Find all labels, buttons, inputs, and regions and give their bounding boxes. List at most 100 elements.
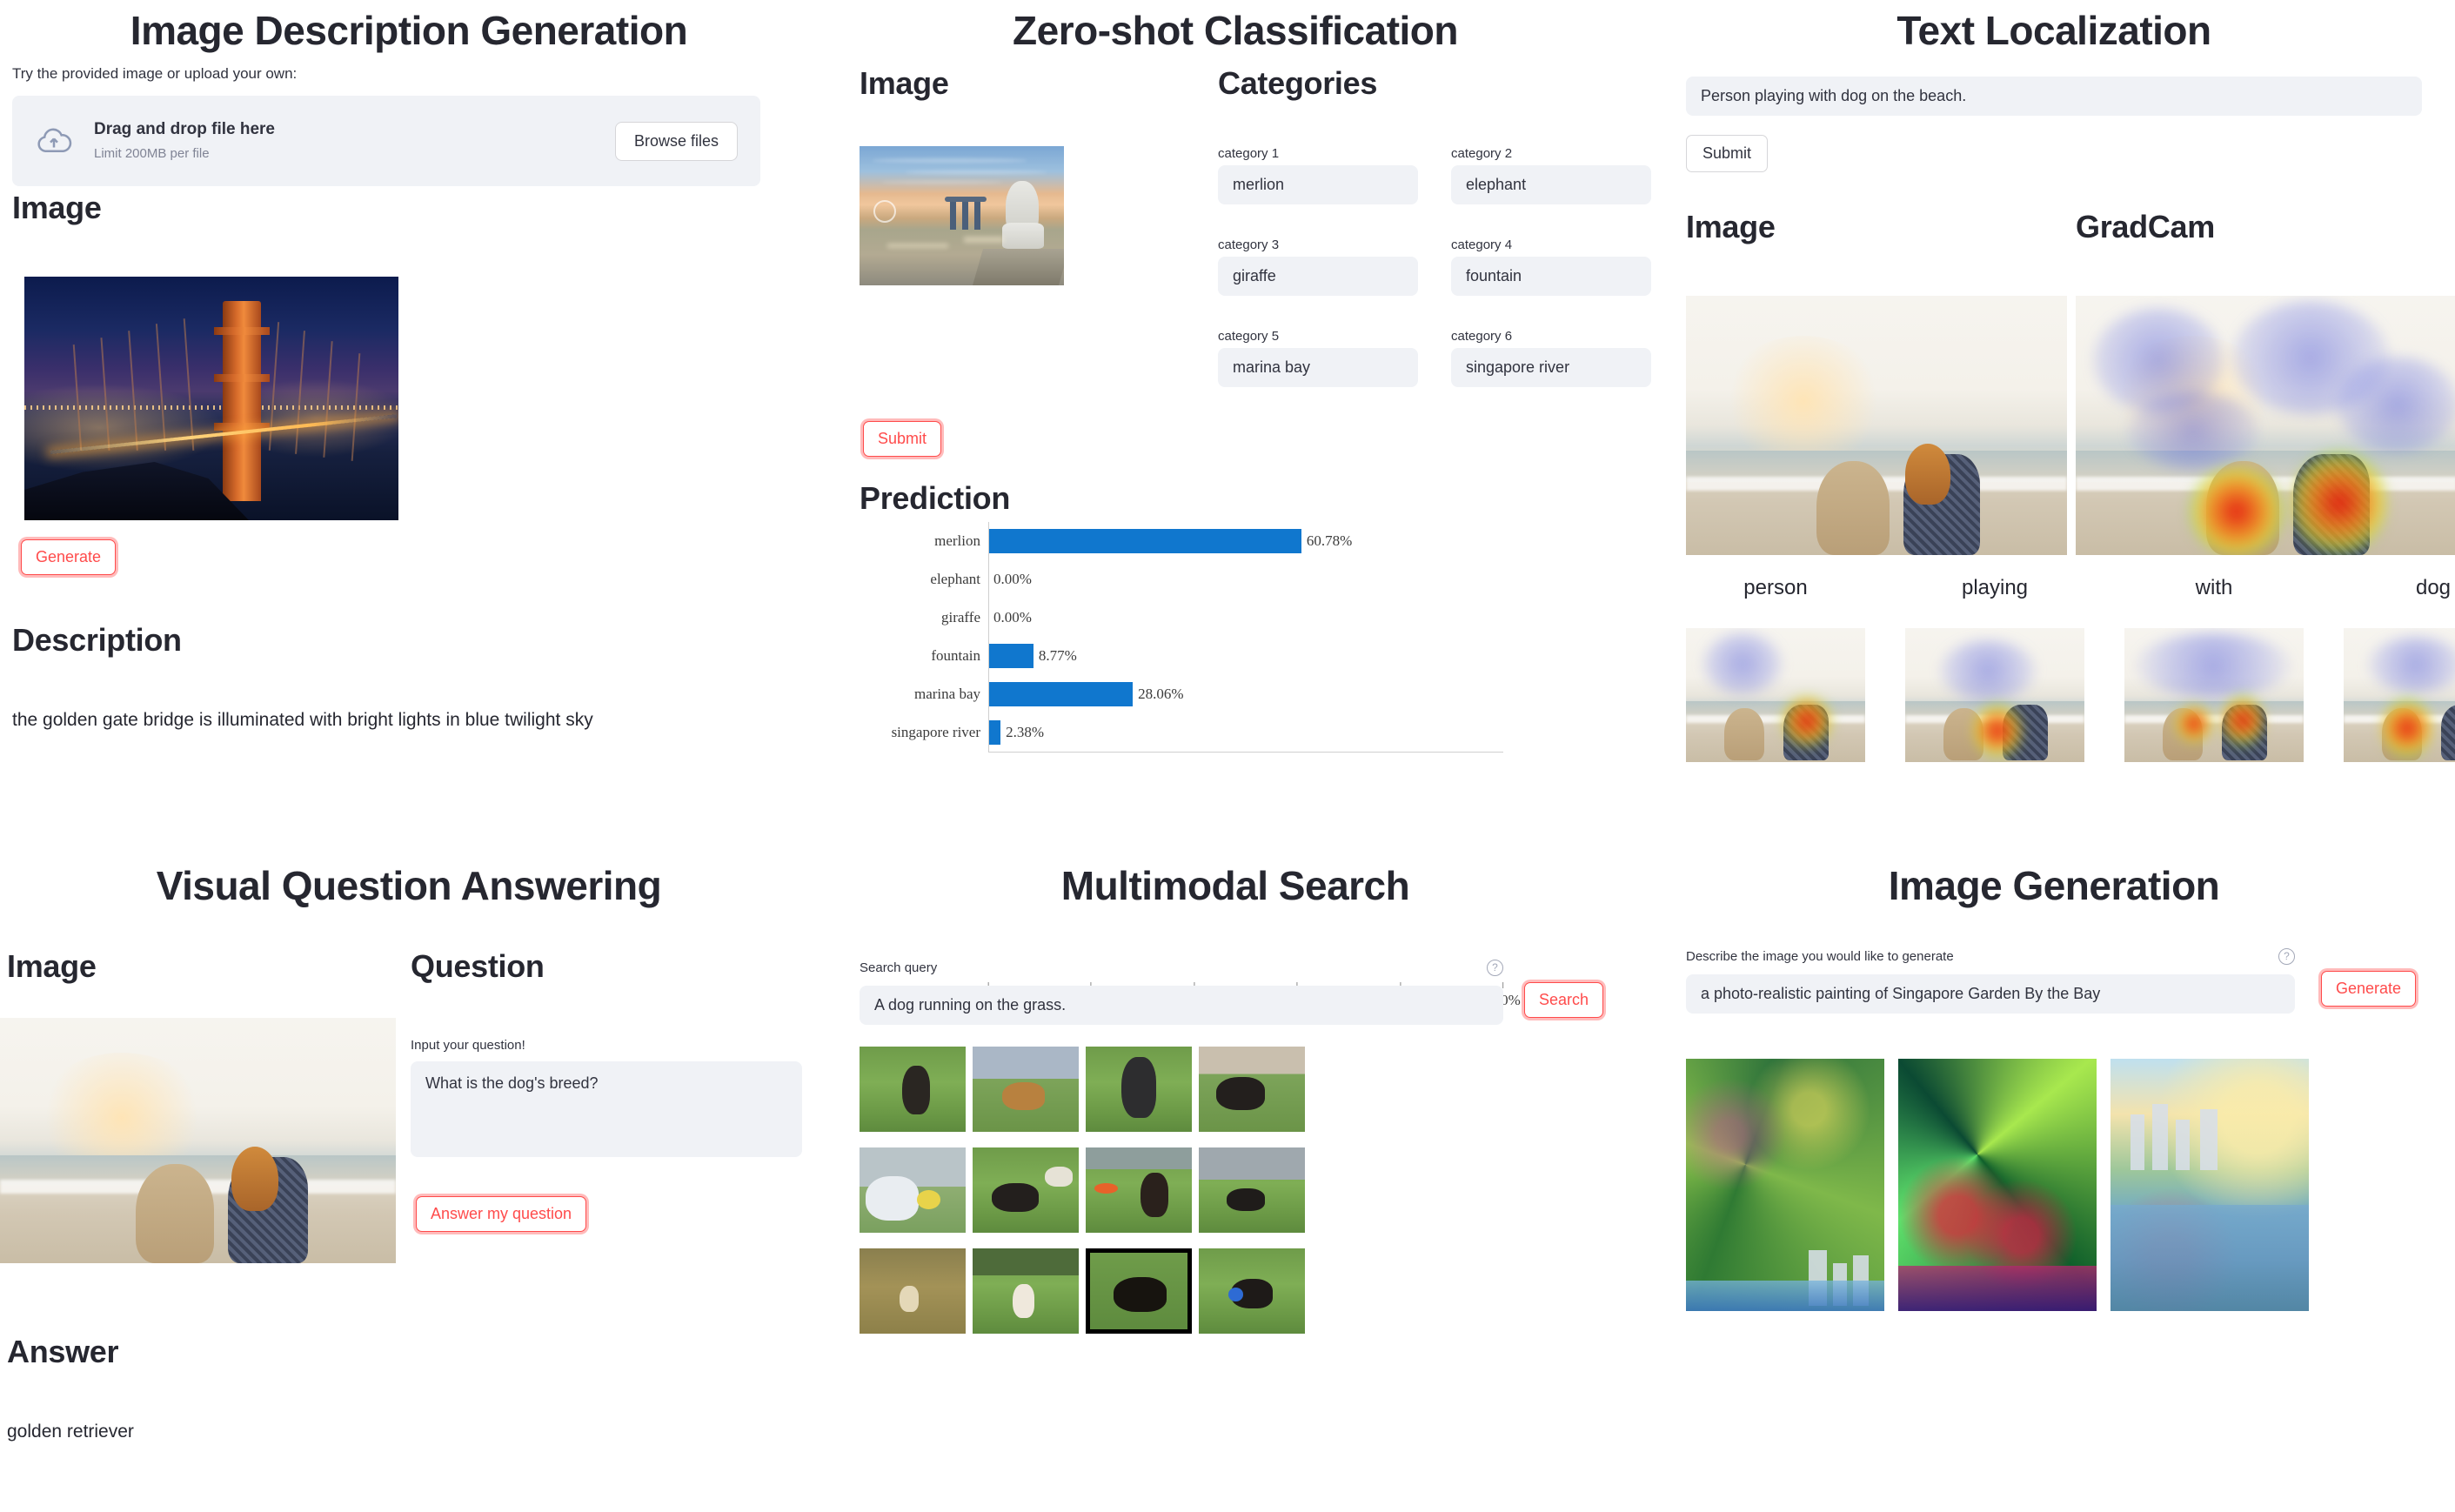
search-result-image[interactable] <box>973 1147 1079 1233</box>
generate-description-button[interactable]: Generate <box>21 539 117 576</box>
description-section-heading: Description <box>12 622 182 658</box>
search-result-image[interactable] <box>860 1147 966 1233</box>
search-result-image[interactable] <box>973 1047 1079 1132</box>
vqa-input-image <box>0 1018 396 1263</box>
image-section-heading: Image <box>12 190 102 225</box>
browse-files-button[interactable]: Browse files <box>614 121 738 161</box>
gradcam-token-person: person <box>1686 576 1865 762</box>
chart-bar-row: merlion 60.78% <box>860 522 1503 560</box>
vqa-question-textarea[interactable] <box>411 1061 802 1157</box>
prompt-label-row: Describe the image you would like to gen… <box>1686 948 2295 965</box>
page-title-vqa: Visual Question Answering <box>156 863 662 908</box>
category-2-label: category 2 <box>1451 146 1513 161</box>
page-title-zero-shot: Zero-shot Classification <box>1013 8 1458 53</box>
search-result-image[interactable] <box>1199 1047 1305 1132</box>
gradcam-token-with: with <box>2124 576 2304 762</box>
category-field-5: category 5 <box>1218 329 1418 387</box>
question-mark-circle-icon[interactable]: ? <box>2278 948 2295 965</box>
token-gradcam-image <box>1905 628 2084 762</box>
vqa-question-field-label: Input your question! <box>411 1038 525 1053</box>
category-3-input[interactable] <box>1218 257 1418 296</box>
chart-category-label: elephant <box>930 571 980 587</box>
token-label: playing <box>1961 576 2029 599</box>
search-query-input[interactable] <box>860 986 1503 1025</box>
chart-bar-track: 28.06% <box>988 675 1503 713</box>
categories-heading: Categories <box>1218 65 1378 101</box>
chart-value-label: 60.78% <box>1306 532 1353 549</box>
gradcam-hotspot <box>2291 451 2387 555</box>
chart-bar-track: 2.38% <box>988 713 1503 752</box>
chart-value-label: 28.06% <box>1138 686 1184 702</box>
chart-bar-row: fountain 8.77% <box>860 637 1503 675</box>
search-result-image[interactable] <box>1086 1147 1192 1233</box>
gradcam-token-playing: playing <box>1905 576 2084 762</box>
token-label: dog <box>2415 576 2452 599</box>
gradcam-blue-blob <box>2337 357 2455 452</box>
chart-value-label: 0.00% <box>993 571 1032 587</box>
zero-shot-submit-button[interactable]: Submit <box>863 421 942 458</box>
search-query-label-row: Search query ? <box>860 960 1503 976</box>
panel-text-localization: Text Localization Submit Image GradCam <box>1653 0 2455 835</box>
panel-image-description: Image Description Generation Try the pro… <box>0 0 818 835</box>
gradcam-image <box>2076 296 2455 555</box>
category-3-label: category 3 <box>1218 238 1280 252</box>
chart-value-label: 0.00% <box>993 609 1032 626</box>
category-6-input[interactable] <box>1451 348 1651 387</box>
category-6-label: category 6 <box>1451 329 1513 344</box>
panel-multimodal-search: Multimodal Search Search query ? Search <box>818 857 1653 1512</box>
page-title-image-generation: Image Generation <box>1888 863 2220 908</box>
category-5-label: category 5 <box>1218 329 1280 344</box>
panel-zero-shot-classification: Zero-shot Classification Image Submit Ca… <box>818 0 1653 1008</box>
search-result-image[interactable] <box>1199 1248 1305 1334</box>
chart-bar-row: marina bay 28.06% <box>860 675 1503 713</box>
search-result-image[interactable] <box>860 1248 966 1334</box>
cloud-upload-icon <box>35 125 85 157</box>
generated-image[interactable] <box>1686 1059 1884 1311</box>
description-text: the golden gate bridge is illuminated wi… <box>12 710 593 730</box>
search-result-image[interactable] <box>1086 1047 1192 1132</box>
vqa-answer-text: golden retriever <box>7 1422 134 1442</box>
chart-bar-row: giraffe 0.00% <box>860 599 1503 637</box>
chart-bar-track: 0.00% <box>988 560 1503 599</box>
token-gradcam-image <box>2344 628 2455 762</box>
prediction-bar-chart: merlion 60.78% elephant 0.00% giraffe 0.… <box>860 522 1521 1008</box>
search-button[interactable]: Search <box>1524 982 1604 1019</box>
generated-image[interactable] <box>1898 1059 2097 1311</box>
chart-category-label: merlion <box>934 532 980 549</box>
file-uploader-dropzone[interactable]: Drag and drop file here Limit 200MB per … <box>12 96 760 186</box>
dropzone-main-label: Drag and drop file here <box>94 119 275 138</box>
prompt-input[interactable] <box>1686 974 2295 1014</box>
upload-hint: Try the provided image or upload your ow… <box>12 65 298 82</box>
chart-category-label: marina bay <box>914 686 980 702</box>
token-label: person <box>1743 576 1808 599</box>
category-1-input[interactable] <box>1218 165 1418 204</box>
search-result-image[interactable] <box>1199 1147 1305 1233</box>
generate-image-button[interactable]: Generate <box>2321 971 2417 1007</box>
chart-bar-track: 60.78% <box>988 522 1503 560</box>
generated-image[interactable] <box>2110 1059 2309 1311</box>
localization-submit-button[interactable]: Submit <box>1686 135 1769 173</box>
category-5-input[interactable] <box>1218 348 1418 387</box>
category-4-label: category 4 <box>1451 238 1513 252</box>
category-field-2: category 2 <box>1451 146 1651 204</box>
vqa-answer-button[interactable]: Answer my question <box>416 1196 587 1233</box>
search-result-image[interactable] <box>1086 1248 1192 1334</box>
question-mark-circle-icon[interactable]: ? <box>1487 960 1503 976</box>
category-field-3: category 3 <box>1218 238 1418 296</box>
search-result-image[interactable] <box>973 1248 1079 1334</box>
vqa-answer-heading: Answer <box>7 1334 119 1369</box>
localization-query-input[interactable] <box>1686 77 2422 116</box>
search-query-label: Search query <box>860 960 938 975</box>
category-4-input[interactable] <box>1451 257 1651 296</box>
gradcam-blue-blob <box>2128 391 2258 470</box>
category-2-input[interactable] <box>1451 165 1651 204</box>
dropzone-texts: Drag and drop file here Limit 200MB per … <box>94 118 615 164</box>
category-1-label: category 1 <box>1218 146 1280 161</box>
chart-bar-track: 0.00% <box>988 599 1503 637</box>
chart-category-label: singapore river <box>891 724 980 740</box>
category-field-6: category 6 <box>1451 329 1651 387</box>
panel-image-generation: Image Generation Describe the image you … <box>1653 857 2455 1512</box>
category-field-1: category 1 <box>1218 146 1418 204</box>
chart-bar-fill <box>988 682 1134 706</box>
search-result-image[interactable] <box>860 1047 966 1132</box>
